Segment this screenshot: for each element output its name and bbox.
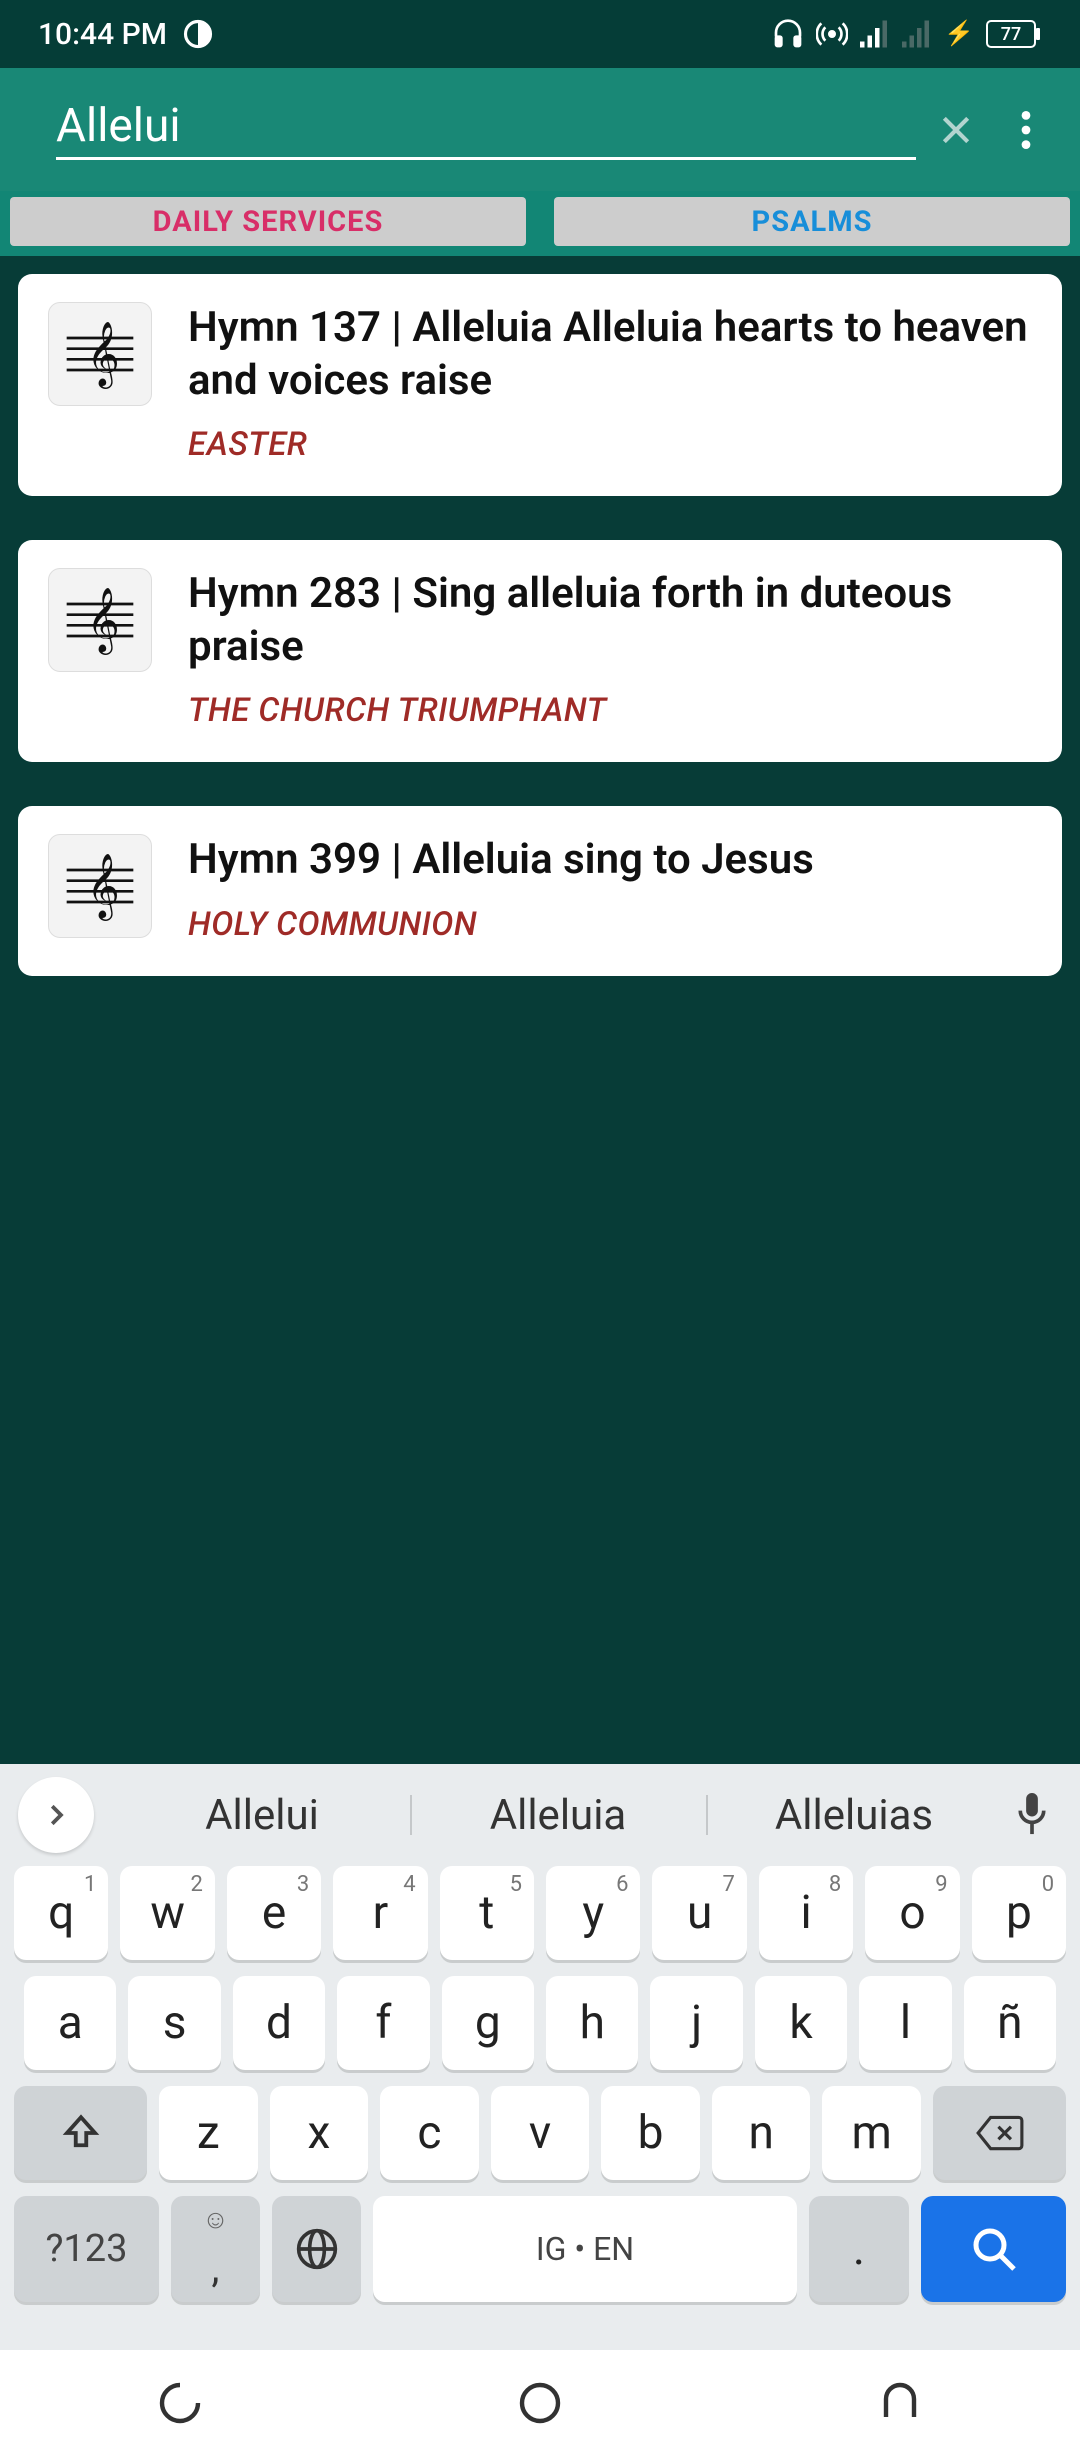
symbols-key[interactable]: ?123 [14, 2196, 159, 2302]
key-x[interactable]: x [270, 2086, 369, 2180]
suggestion[interactable]: Alleluias [706, 1791, 1002, 1840]
app-search-bar [0, 68, 1080, 191]
key-z[interactable]: z [159, 2086, 258, 2180]
key-h[interactable]: h [546, 1976, 638, 2070]
expand-suggestions-button[interactable] [18, 1777, 94, 1853]
tab-daily-services[interactable]: DAILY SERVICES [10, 197, 526, 246]
shift-icon [60, 2112, 102, 2154]
comma-emoji-key[interactable]: ☺ , [171, 2196, 260, 2302]
key-u[interactable]: u7 [652, 1866, 746, 1960]
language-key[interactable] [272, 2196, 361, 2302]
result-item[interactable]: 𝄞 Hymn 137 | Alleluia Alleluia hearts to… [18, 274, 1062, 496]
result-title: Hymn 399 | Alleluia sing to Jesus [188, 834, 1032, 887]
shift-key[interactable] [14, 2086, 147, 2180]
period-key[interactable]: . [809, 2196, 909, 2302]
signal-1-icon [860, 20, 890, 48]
globe-icon [295, 2227, 339, 2271]
status-bar: 10:44 PM ⚡ 77 [0, 0, 1080, 68]
search-icon [970, 2225, 1018, 2273]
music-score-icon: 𝄞 [48, 834, 152, 938]
emoji-icon: ☺ [202, 2204, 229, 2235]
nav-back-button[interactable] [876, 2379, 924, 2431]
key-g[interactable]: g [442, 1976, 534, 2070]
key-p[interactable]: p0 [972, 1866, 1066, 1960]
soft-keyboard: Allelui Alleluia Alleluias q1w2e3r4t5y6u… [0, 1764, 1080, 2350]
voice-input-button[interactable] [1002, 1793, 1062, 1837]
key-v[interactable]: v [491, 2086, 590, 2180]
spacebar-key[interactable]: IG • EN [373, 2196, 797, 2302]
suggestion[interactable]: Allelui [114, 1791, 410, 1840]
suggestion-row: Allelui Alleluia Alleluias [0, 1764, 1080, 1866]
music-score-icon: 𝄞 [48, 302, 152, 406]
back-icon [876, 2379, 924, 2427]
key-y[interactable]: y6 [546, 1866, 640, 1960]
hotspot-icon [816, 18, 848, 50]
result-title: Hymn 283 | Sing alleluia forth in duteou… [188, 568, 1032, 673]
suggestion[interactable]: Alleluia [410, 1791, 706, 1840]
svg-text:77: 77 [1001, 24, 1021, 45]
mic-icon [1014, 1793, 1050, 1837]
key-m[interactable]: m [822, 2086, 921, 2180]
key-k[interactable]: k [755, 1976, 847, 2070]
svg-text:𝄞: 𝄞 [87, 321, 120, 389]
key-f[interactable]: f [337, 1976, 429, 2070]
result-category: THE CHURCH TRIUMPHANT [188, 691, 1032, 730]
key-e[interactable]: e3 [227, 1866, 321, 1960]
search-results: 𝄞 Hymn 137 | Alleluia Alleluia hearts to… [0, 256, 1080, 1764]
backspace-icon [975, 2114, 1025, 2152]
key-b[interactable]: b [601, 2086, 700, 2180]
search-input[interactable] [56, 99, 916, 160]
result-category: HOLY COMMUNION [188, 905, 1032, 944]
key-s[interactable]: s [128, 1976, 220, 2070]
home-icon [516, 2379, 564, 2427]
key-t[interactable]: t5 [440, 1866, 534, 1960]
nav-recent-button[interactable] [156, 2379, 204, 2431]
charging-icon: ⚡ [944, 19, 974, 47]
key-r[interactable]: r4 [333, 1866, 427, 1960]
result-item[interactable]: 𝄞 Hymn 283 | Sing alleluia forth in dute… [18, 540, 1062, 762]
key-j[interactable]: j [650, 1976, 742, 2070]
tab-psalms[interactable]: PSALMS [554, 197, 1070, 246]
key-ñ[interactable]: ñ [964, 1976, 1056, 2070]
key-a[interactable]: a [24, 1976, 116, 2070]
status-time: 10:44 PM [38, 17, 167, 52]
headphones-icon [772, 18, 804, 50]
key-d[interactable]: d [233, 1976, 325, 2070]
nav-home-button[interactable] [516, 2379, 564, 2431]
svg-text:𝄞: 𝄞 [87, 587, 120, 655]
key-c[interactable]: c [380, 2086, 479, 2180]
tabs-row: DAILY SERVICES PSALMS [0, 191, 1080, 256]
key-l[interactable]: l [859, 1976, 951, 2070]
result-title: Hymn 137 | Alleluia Alleluia hearts to h… [188, 302, 1032, 407]
search-enter-key[interactable] [921, 2196, 1066, 2302]
key-q[interactable]: q1 [14, 1866, 108, 1960]
status-app-icon [183, 19, 213, 49]
result-item[interactable]: 𝄞 Hymn 399 | Alleluia sing to Jesus HOLY… [18, 806, 1062, 976]
key-o[interactable]: o9 [865, 1866, 959, 1960]
more-vertical-icon [1021, 111, 1031, 149]
music-score-icon: 𝄞 [48, 568, 152, 672]
chevron-right-icon [41, 1800, 71, 1830]
battery-icon: 77 [986, 20, 1040, 48]
backspace-key[interactable] [933, 2086, 1066, 2180]
result-category: EASTER [188, 425, 1032, 464]
clear-search-button[interactable] [916, 90, 996, 170]
signal-2-icon [902, 20, 932, 48]
key-w[interactable]: w2 [120, 1866, 214, 1960]
close-icon [936, 110, 976, 150]
key-n[interactable]: n [712, 2086, 811, 2180]
svg-text:𝄞: 𝄞 [87, 853, 120, 921]
key-i[interactable]: i8 [759, 1866, 853, 1960]
more-options-button[interactable] [996, 90, 1056, 170]
recent-icon [156, 2379, 204, 2427]
system-nav-bar [0, 2350, 1080, 2460]
